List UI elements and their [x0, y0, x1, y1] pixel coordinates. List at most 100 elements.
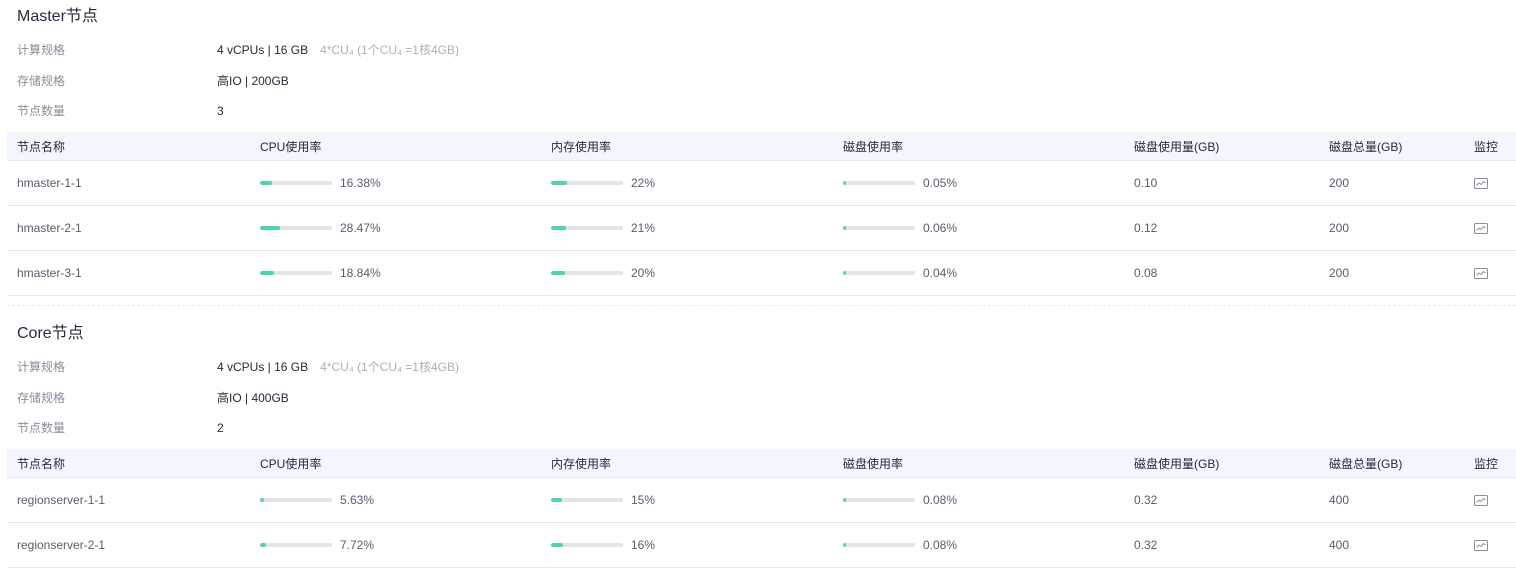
column-header-disk-used: 磁盘使用量(GB): [1124, 132, 1319, 161]
compute-spec-note: 4*CU₄ (1个CU₄ =1核4GB): [320, 43, 459, 57]
compute-spec-label: 计算规格: [17, 360, 66, 374]
master-compute-spec-row: 计算规格 4 vCPUs | 16 GB 4*CU₄ (1个CU₄ =1核4GB): [0, 40, 1516, 60]
column-header-disk-used: 磁盘使用量(GB): [1124, 449, 1319, 478]
monitor-chart-icon[interactable]: [1474, 222, 1488, 235]
cpu-usage-indicator: 18.84%: [260, 266, 541, 280]
column-header-disk-total: 磁盘总量(GB): [1319, 132, 1464, 161]
cpu-usage-indicator: 5.63%: [260, 493, 541, 507]
memory-usage-value: 15%: [631, 493, 656, 507]
cpu-usage-indicator: 7.72%: [260, 538, 541, 552]
memory-usage-bar-fill: [551, 226, 567, 230]
memory-usage-bar-fill: [551, 498, 562, 502]
table-row: hmaster-1-1 16.38% 22% 0.05% 0.10 200: [7, 160, 1516, 206]
disk-usage-cell: 0.08%: [833, 522, 1124, 568]
column-header-memory-usage: 内存使用率: [541, 132, 833, 161]
storage-spec-label: 存储规格: [17, 74, 66, 88]
disk-usage-bar-track: [843, 271, 915, 275]
cpu-usage-bar-track: [260, 226, 332, 230]
core-compute-spec-row: 计算规格 4 vCPUs | 16 GB 4*CU₄ (1个CU₄ =1核4GB): [0, 357, 1516, 377]
master-node-count-row: 节点数量 3: [0, 101, 1516, 121]
disk-used-cell: 0.32: [1124, 522, 1319, 568]
node-count-label: 节点数量: [17, 421, 66, 435]
disk-usage-indicator: 0.04%: [843, 266, 1124, 280]
monitor-chart-icon[interactable]: [1474, 539, 1488, 552]
memory-usage-indicator: 22%: [551, 176, 833, 190]
cpu-usage-value: 7.72%: [340, 538, 375, 552]
table-row: hmaster-3-1 18.84% 20% 0.04% 0.08 200: [7, 250, 1516, 296]
monitor-chart-icon[interactable]: [1474, 177, 1488, 190]
cpu-usage-bar-fill: [260, 181, 272, 185]
node-name-cell: hmaster-2-1: [7, 205, 250, 251]
disk-usage-bar-track: [843, 181, 915, 185]
cpu-usage-cell: 7.72%: [250, 522, 541, 568]
disk-total-cell: 200: [1319, 250, 1464, 296]
memory-usage-indicator: 15%: [551, 493, 833, 507]
cpu-usage-bar-track: [260, 271, 332, 275]
storage-spec-label: 存储规格: [17, 391, 66, 405]
column-header-disk-usage: 磁盘使用率: [833, 449, 1124, 478]
memory-usage-bar-track: [551, 498, 623, 502]
disk-usage-value: 0.05%: [923, 176, 958, 190]
disk-usage-indicator: 0.08%: [843, 538, 1124, 552]
memory-usage-cell: 16%: [541, 522, 833, 568]
compute-spec-value: 4 vCPUs | 16 GB 4*CU₄ (1个CU₄ =1核4GB): [217, 357, 459, 377]
memory-usage-indicator: 16%: [551, 538, 833, 552]
column-header-node-name: 节点名称: [7, 449, 250, 478]
master-section-title: Master节点: [17, 8, 98, 25]
memory-usage-indicator: 20%: [551, 266, 833, 280]
cpu-usage-bar-track: [260, 543, 332, 547]
cpu-usage-bar-fill: [260, 498, 265, 502]
memory-usage-cell: 21%: [541, 205, 833, 251]
column-header-cpu-usage: CPU使用率: [250, 449, 541, 478]
core-storage-spec-row: 存储规格 高IO | 400GB: [0, 388, 1516, 408]
cpu-usage-bar-track: [260, 498, 332, 502]
disk-used-cell: 0.12: [1124, 205, 1319, 251]
disk-usage-indicator: 0.08%: [843, 493, 1124, 507]
cpu-usage-value: 5.63%: [340, 493, 375, 507]
compute-spec-note: 4*CU₄ (1个CU₄ =1核4GB): [320, 360, 459, 374]
disk-usage-indicator: 0.06%: [843, 221, 1124, 235]
storage-spec-value: 高IO | 200GB: [217, 74, 289, 88]
cpu-usage-value: 18.84%: [340, 266, 381, 280]
monitor-cell: [1464, 522, 1516, 568]
node-count-value: 3: [217, 104, 224, 118]
memory-usage-bar-track: [551, 271, 623, 275]
disk-usage-value: 0.06%: [923, 221, 958, 235]
disk-usage-value: 0.08%: [923, 538, 958, 552]
column-header-monitor: 监控: [1464, 132, 1516, 161]
monitor-cell: [1464, 160, 1516, 206]
node-name-cell: hmaster-1-1: [7, 160, 250, 206]
disk-used-cell: 0.32: [1124, 477, 1319, 523]
disk-usage-bar-fill: [843, 181, 846, 185]
memory-usage-value: 22%: [631, 176, 656, 190]
monitor-cell: [1464, 205, 1516, 251]
memory-usage-cell: 15%: [541, 477, 833, 523]
core-section-title: Core节点: [17, 325, 84, 342]
memory-usage-bar-track: [551, 181, 623, 185]
memory-usage-cell: 20%: [541, 250, 833, 296]
disk-total-cell: 400: [1319, 477, 1464, 523]
compute-spec-label: 计算规格: [17, 43, 66, 57]
memory-usage-value: 20%: [631, 266, 656, 280]
column-header-node-name: 节点名称: [7, 132, 250, 161]
node-name-cell: regionserver-1-1: [7, 477, 250, 523]
disk-usage-bar-fill: [843, 271, 846, 275]
master-storage-spec-row: 存储规格 高IO | 200GB: [0, 71, 1516, 91]
monitor-cell: [1464, 250, 1516, 296]
cpu-usage-value: 28.47%: [340, 221, 381, 235]
monitor-chart-icon[interactable]: [1474, 267, 1488, 280]
monitor-chart-icon[interactable]: [1474, 494, 1488, 507]
table-row: regionserver-2-1 7.72% 16% 0.08% 0.32 400: [7, 522, 1516, 568]
compute-spec-value: 4 vCPUs | 16 GB 4*CU₄ (1个CU₄ =1核4GB): [217, 40, 459, 60]
disk-used-cell: 0.10: [1124, 160, 1319, 206]
cpu-usage-bar-track: [260, 181, 332, 185]
disk-used-cell: 0.08: [1124, 250, 1319, 296]
node-name-cell: regionserver-2-1: [7, 522, 250, 568]
cpu-usage-indicator: 28.47%: [260, 221, 541, 235]
column-header-memory-usage: 内存使用率: [541, 449, 833, 478]
node-count-value: 2: [217, 421, 224, 435]
disk-usage-cell: 0.05%: [833, 160, 1124, 206]
column-header-cpu-usage: CPU使用率: [250, 132, 541, 161]
core-table-body: regionserver-1-1 5.63% 15% 0.08% 0.32 400 regi…: [7, 477, 1516, 568]
column-header-monitor: 监控: [1464, 449, 1516, 478]
